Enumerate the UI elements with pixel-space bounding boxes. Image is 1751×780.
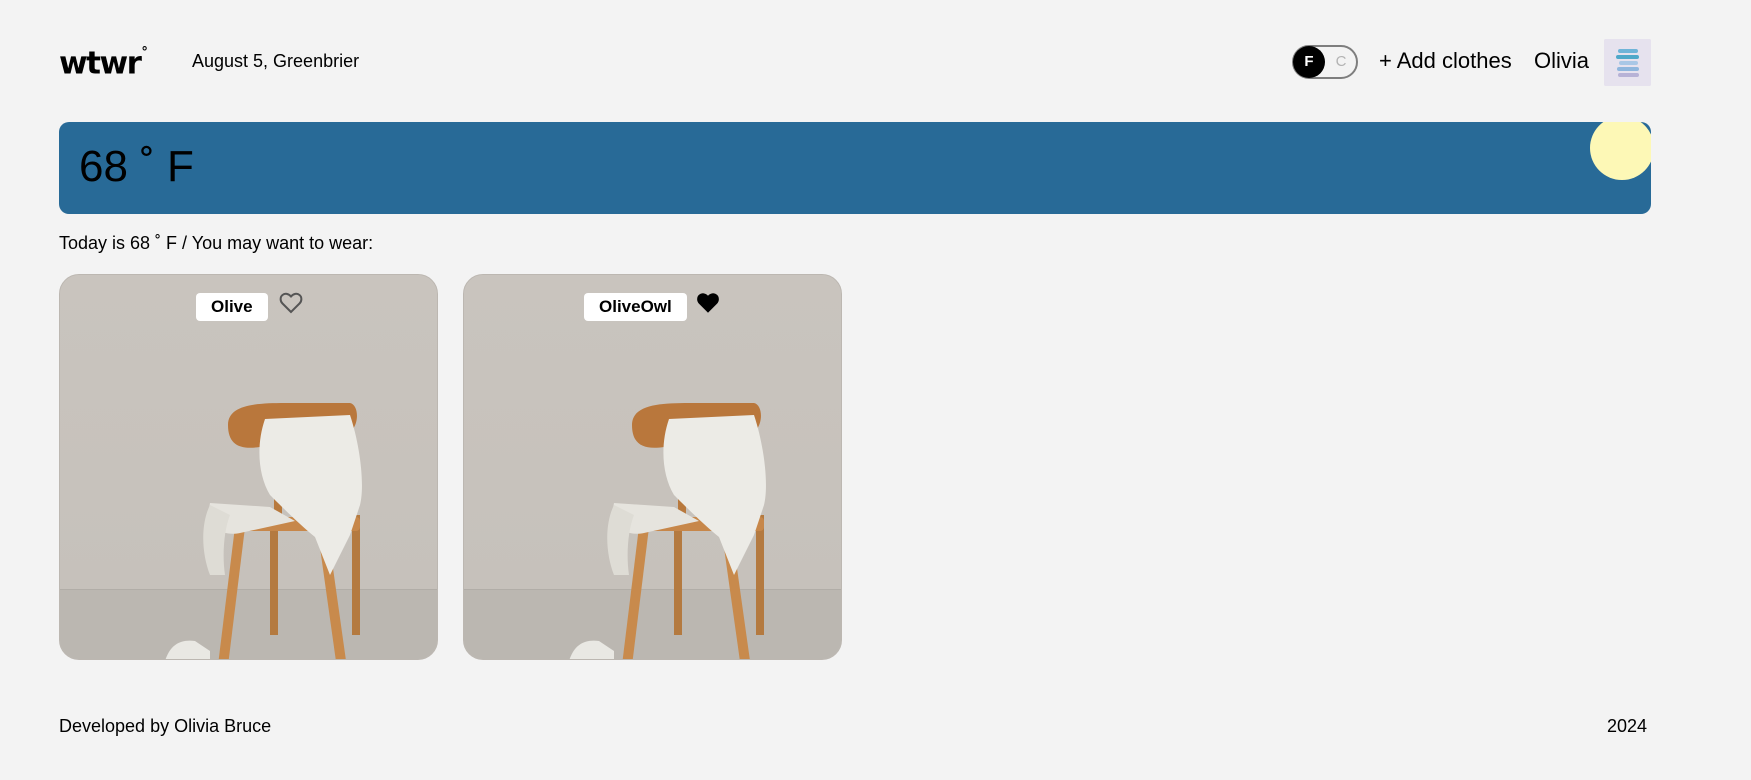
logo-text: wtwr [59,45,142,82]
clothing-image [569,403,766,659]
temperature-display: 68 ˚ F [79,142,194,191]
temperature-unit-toggle[interactable]: F C [1292,45,1358,79]
avatar[interactable] [1604,39,1651,86]
date-location: August 5, Greenbrier [192,51,360,71]
clothing-image [165,403,362,659]
weather-banner: 68 ˚ F [59,122,1651,214]
celsius-label: C [1335,53,1347,70]
logo[interactable]: wtwr° [59,42,148,82]
header: wtwr° August 5, Greenbrier F C + Add clo… [59,36,1651,90]
sun-icon [1590,122,1651,180]
logo-degree: ° [141,45,148,60]
clothing-card[interactable]: Olive [59,274,438,660]
like-heart-outline-icon[interactable] [279,292,303,314]
fahrenheit-label: F [1304,53,1314,70]
like-heart-filled-icon[interactable] [696,292,720,314]
recommendation-text: Today is 68 ˚ F / You may want to wear: [59,233,374,253]
developer-credit: Developed by Olivia Bruce [59,716,272,736]
clothing-card[interactable]: OliveOwl [463,274,842,660]
copyright-year: 2024 [1607,716,1648,736]
clothing-name-label: OliveOwl [584,293,687,321]
username[interactable]: Olivia [1534,48,1589,74]
clothing-name-label: Olive [196,293,268,321]
add-clothes-button[interactable]: + Add clothes [1379,48,1512,74]
